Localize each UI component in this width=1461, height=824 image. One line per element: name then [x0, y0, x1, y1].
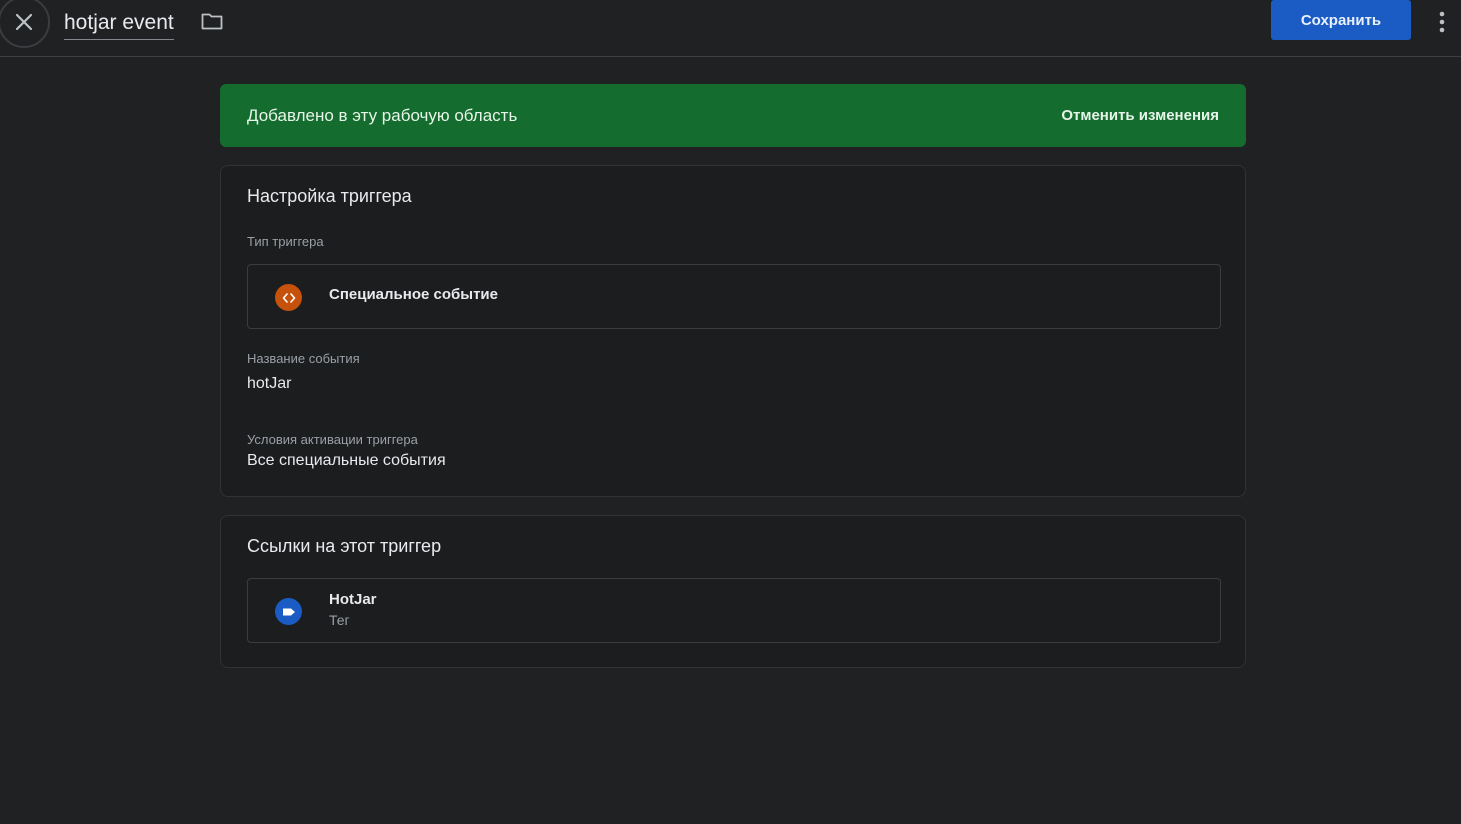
conditions-value: Все специальные события [247, 452, 446, 469]
references-card: Ссылки на этот триггер HotJar Тег [220, 515, 1246, 668]
page-title: hotjar event [64, 10, 174, 34]
close-icon [15, 13, 33, 31]
tag-icon [275, 598, 302, 625]
code-icon [275, 284, 302, 311]
trigger-type-value: Специальное событие [329, 286, 498, 303]
close-button[interactable] [0, 0, 50, 48]
trigger-config-card: Настройка триггера Тип триггера Специаль… [220, 165, 1246, 497]
conditions-label: Условия активации триггера [247, 432, 418, 447]
references-title: Ссылки на этот триггер [247, 536, 442, 556]
event-name-value: hotJar [247, 375, 292, 392]
event-name-label: Название события [247, 351, 360, 366]
more-vert-icon[interactable] [1434, 10, 1450, 34]
folder-icon[interactable] [201, 12, 223, 30]
trigger-type-selector[interactable]: Специальное событие [247, 264, 1221, 329]
trigger-config-title: Настройка триггера [247, 186, 412, 206]
reference-kind: Тег [329, 612, 350, 628]
top-bar: hotjar event Сохранить [0, 0, 1461, 57]
save-button[interactable]: Сохранить [1271, 0, 1411, 40]
trigger-type-label: Тип триггера [247, 234, 324, 249]
reference-name: HotJar [329, 591, 377, 608]
discard-changes-link[interactable]: Отменить изменения [1061, 107, 1219, 124]
banner-message: Добавлено в эту рабочую область [247, 105, 518, 125]
workspace-banner: Добавлено в эту рабочую область Отменить… [220, 84, 1246, 147]
title-field[interactable]: hotjar event [64, 8, 174, 40]
reference-item[interactable]: HotJar Тег [247, 578, 1221, 643]
